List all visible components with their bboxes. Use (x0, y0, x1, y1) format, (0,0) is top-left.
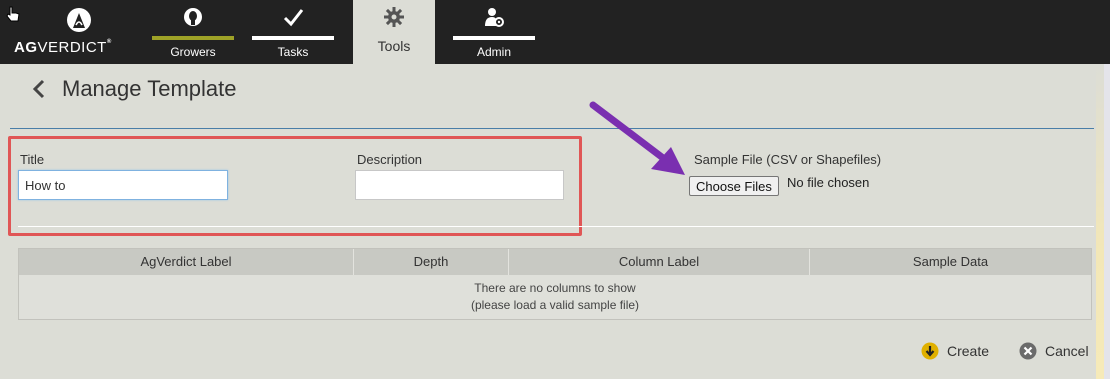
table-empty-message: There are no columns to show (please loa… (19, 275, 1091, 319)
sample-file-label: Sample File (CSV or Shapefiles) (694, 152, 882, 167)
hand-cursor-icon (6, 6, 20, 22)
nav-tab-admin[interactable]: Admin (453, 0, 535, 64)
cancel-button[interactable]: Cancel (1019, 342, 1089, 360)
nav-tab-label: Tools (377, 38, 411, 54)
nav-tab-growers[interactable]: Growers (152, 0, 234, 64)
columns-table: AgVerdict Label Depth Column Label Sampl… (18, 248, 1092, 320)
form-divider (18, 226, 1094, 227)
create-button[interactable]: Create (921, 342, 989, 360)
side-strip (1096, 64, 1104, 379)
nav-tab-label: Growers (170, 45, 216, 59)
window-edge (1104, 0, 1110, 64)
create-label: Create (947, 343, 990, 359)
window-edge (1104, 64, 1110, 379)
back-chevron-icon[interactable] (32, 78, 46, 100)
column-header-agverdict-label[interactable]: AgVerdict Label (19, 249, 354, 275)
table-header: AgVerdict Label Depth Column Label Sampl… (19, 249, 1091, 275)
create-icon (921, 342, 939, 360)
nav-tab-tasks[interactable]: Tasks (252, 0, 334, 64)
agverdict-logo[interactable]: AGVERDICT® (12, 4, 134, 60)
agverdict-logo-icon (67, 8, 91, 32)
user-settings-icon (485, 8, 504, 27)
tab-underline (453, 36, 535, 40)
nav-tab-tools[interactable]: Tools (353, 0, 435, 66)
annotation-arrow-icon (589, 101, 685, 175)
page-title: Manage Template (62, 76, 237, 101)
highlight-annotation-box (8, 136, 582, 236)
empty-message-hint: (please load a valid sample file) (470, 298, 640, 312)
logo-wordmark: AGVERDICT® (14, 39, 112, 56)
column-header-column-label[interactable]: Column Label (509, 249, 810, 275)
nav-tab-label: Tasks (277, 45, 309, 59)
choose-files-button[interactable]: Choose Files (689, 176, 779, 196)
close-icon (1019, 342, 1037, 360)
checkmark-icon (283, 9, 304, 27)
tab-underline (152, 36, 234, 40)
main-panel: Manage Template Title Description Sample… (0, 64, 1104, 379)
section-divider (10, 128, 1094, 129)
person-head-icon (184, 8, 202, 26)
file-status-text: No file chosen (787, 175, 870, 190)
gear-icon (384, 7, 404, 27)
tab-underline (252, 36, 334, 40)
cancel-label: Cancel (1045, 343, 1089, 359)
column-header-sample-data[interactable]: Sample Data (810, 249, 1091, 275)
empty-message-line: There are no columns to show (474, 281, 636, 295)
column-header-depth[interactable]: Depth (354, 249, 509, 275)
nav-tab-label: Admin (476, 45, 511, 59)
top-nav-bar: AGVERDICT® Growers Tasks Tools Admin (0, 0, 1104, 66)
